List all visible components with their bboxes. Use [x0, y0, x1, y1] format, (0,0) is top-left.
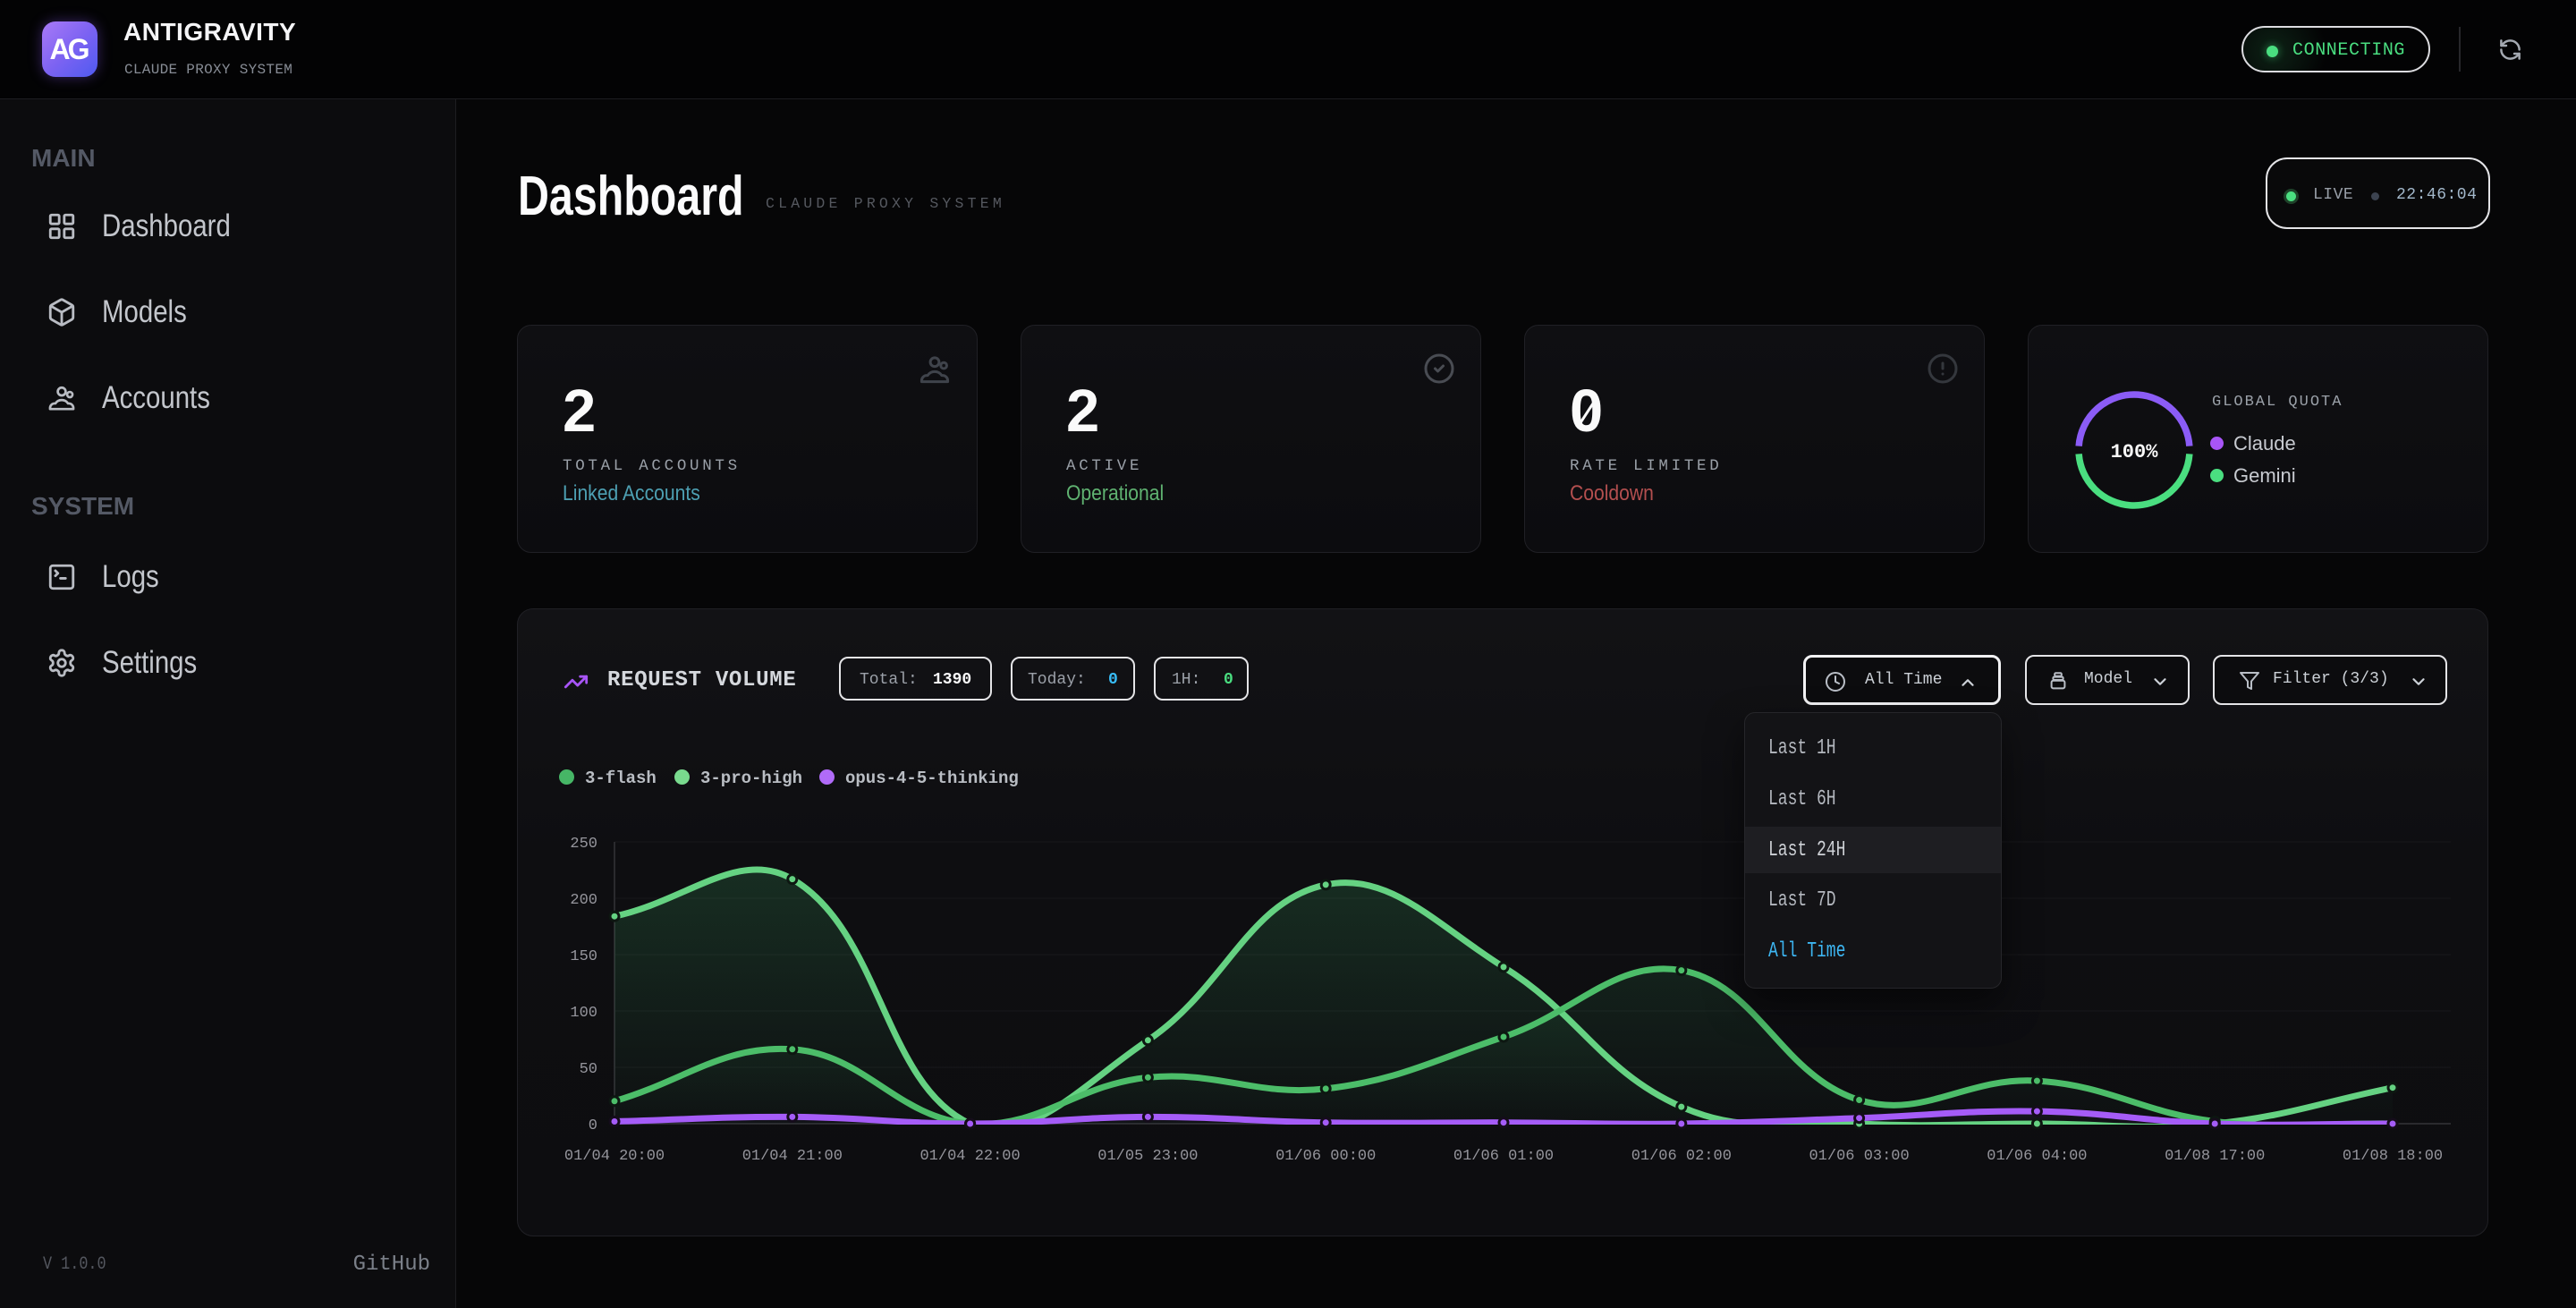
svg-text:250: 250	[570, 836, 597, 853]
svg-text:01/06 03:00: 01/06 03:00	[1809, 1148, 1909, 1165]
svg-text:150: 150	[570, 948, 597, 965]
svg-text:01/04 20:00: 01/04 20:00	[564, 1148, 665, 1165]
svg-text:01/04 21:00: 01/04 21:00	[742, 1148, 843, 1165]
svg-text:01/06 04:00: 01/06 04:00	[1987, 1148, 2087, 1165]
svg-text:100%: 100%	[2111, 441, 2159, 463]
svg-text:0: 0	[589, 1117, 597, 1134]
svg-text:01/06 00:00: 01/06 00:00	[1275, 1148, 1376, 1165]
svg-text:01/06 01:00: 01/06 01:00	[1453, 1148, 1554, 1165]
svg-text:200: 200	[570, 892, 597, 909]
svg-text:01/08 18:00: 01/08 18:00	[2343, 1148, 2443, 1165]
svg-text:01/06 02:00: 01/06 02:00	[1631, 1148, 1732, 1165]
svg-text:100: 100	[570, 1005, 597, 1022]
svg-text:01/04 22:00: 01/04 22:00	[919, 1148, 1020, 1165]
svg-text:01/08 17:00: 01/08 17:00	[2165, 1148, 2265, 1165]
svg-text:50: 50	[580, 1061, 597, 1078]
svg-text:01/05 23:00: 01/05 23:00	[1097, 1148, 1198, 1165]
